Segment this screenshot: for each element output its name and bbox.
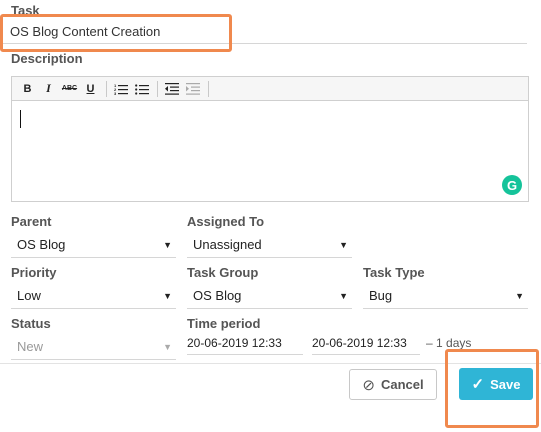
save-highlight-box: [445, 349, 539, 428]
time-period-label: Time period: [187, 316, 261, 331]
italic-button[interactable]: I: [39, 80, 58, 98]
editor-toolbar: B I ABC U 123: [12, 77, 528, 101]
task-type-select[interactable]: Bug ▼: [363, 285, 528, 309]
bold-button[interactable]: B: [18, 80, 37, 98]
chevron-down-icon: ▼: [339, 240, 348, 250]
task-group-label: Task Group: [187, 265, 259, 280]
cancel-icon: ⊘: [362, 376, 375, 394]
priority-value: Low: [17, 288, 41, 303]
task-group-value: OS Blog: [193, 288, 242, 303]
svg-text:3: 3: [114, 91, 117, 95]
toolbar-divider: [208, 80, 209, 97]
grammarly-icon[interactable]: G: [502, 175, 522, 195]
underline-button[interactable]: U: [81, 80, 100, 98]
chevron-down-icon: ▼: [163, 291, 172, 301]
cancel-label: Cancel: [380, 377, 424, 392]
strikethrough-button[interactable]: ABC: [60, 80, 79, 98]
unordered-list-icon[interactable]: [132, 80, 151, 98]
task-group-select[interactable]: OS Blog ▼: [187, 285, 352, 309]
outdent-icon[interactable]: [162, 80, 181, 98]
ordered-list-icon[interactable]: 123: [111, 80, 130, 98]
chevron-down-icon: ▼: [339, 291, 348, 301]
text-cursor: [20, 110, 21, 128]
description-editor[interactable]: B I ABC U 123 G: [11, 76, 529, 202]
description-label: Description: [11, 51, 83, 66]
duration-text: – 1 days: [426, 336, 472, 350]
chevron-down-icon: ▼: [515, 291, 524, 301]
chevron-down-icon: ▼: [163, 342, 172, 352]
assigned-to-select[interactable]: Unassigned ▼: [187, 234, 352, 258]
status-label: Status: [11, 316, 51, 331]
status-value: New: [17, 339, 44, 354]
end-date-input[interactable]: 20-06-2019 12:33: [312, 333, 420, 355]
parent-label: Parent: [11, 214, 52, 229]
toolbar-divider: [157, 80, 158, 97]
priority-label: Priority: [11, 265, 57, 280]
task-type-value: Bug: [369, 288, 393, 303]
task-type-label: Task Type: [363, 265, 425, 280]
priority-select[interactable]: Low ▼: [11, 285, 176, 309]
parent-value: OS Blog: [17, 237, 66, 252]
chevron-down-icon: ▼: [163, 240, 172, 250]
assigned-to-label: Assigned To: [187, 214, 265, 229]
indent-icon[interactable]: [183, 80, 202, 98]
task-highlight-box: [0, 14, 232, 52]
assigned-to-value: Unassigned: [193, 237, 262, 252]
cancel-button[interactable]: ⊘ Cancel: [349, 369, 437, 400]
parent-select[interactable]: OS Blog ▼: [11, 234, 176, 258]
start-date-input[interactable]: 20-06-2019 12:33: [187, 333, 303, 355]
status-select: New ▼: [11, 336, 176, 360]
toolbar-divider: [106, 80, 107, 97]
